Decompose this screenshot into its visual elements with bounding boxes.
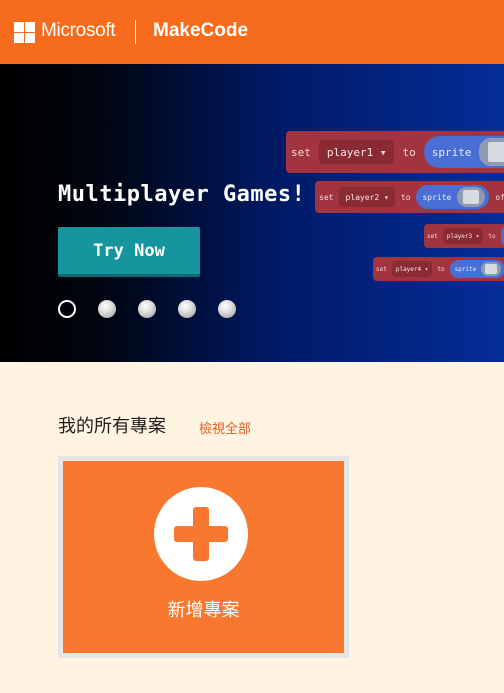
code-block-player2: set player2 ▾ to sprite of kind xyxy=(315,181,504,213)
variable-dropdown: player1 ▾ xyxy=(318,140,395,164)
variable-dropdown: player4 ▾ xyxy=(391,261,433,277)
code-block-player4: set player4 ▾ to sprite of xyxy=(373,257,504,281)
carousel-dot-4[interactable] xyxy=(178,300,196,318)
sprite-image-icon xyxy=(481,262,502,276)
view-all-link[interactable]: 檢視全部 xyxy=(199,418,251,437)
new-project-card[interactable]: 新增專案 xyxy=(58,456,349,658)
hero-carousel: set player1 ▾ to sprite of set player2 ▾… xyxy=(0,64,504,362)
variable-dropdown: player2 ▾ xyxy=(339,187,395,207)
try-now-button[interactable]: Try Now xyxy=(58,227,200,277)
sprite-block: sprite xyxy=(449,260,504,278)
header-divider xyxy=(135,20,136,44)
code-block-player3: set player3 ▾ to xyxy=(424,224,504,248)
microsoft-logo-icon[interactable] xyxy=(14,22,35,43)
carousel-dot-2[interactable] xyxy=(98,300,116,318)
my-projects-heading: 我的所有專案 xyxy=(58,416,166,437)
carousel-dot-3[interactable] xyxy=(138,300,156,318)
carousel-dot-5[interactable] xyxy=(218,300,236,318)
sprite-block: sprite xyxy=(423,136,504,168)
sprite-image-icon xyxy=(457,187,486,207)
code-block-player1: set player1 ▾ to sprite of xyxy=(286,131,504,173)
top-header: Microsoft MakeCode xyxy=(0,0,504,64)
makecode-brand[interactable]: MakeCode xyxy=(153,20,248,42)
sprite-image-icon xyxy=(479,138,504,166)
hero-title: Multiplayer Games! xyxy=(58,182,306,207)
variable-dropdown: player3 ▾ xyxy=(442,228,484,244)
sprite-block xyxy=(500,227,504,245)
new-project-label: 新增專案 xyxy=(167,600,240,621)
carousel-dot-1[interactable] xyxy=(58,300,76,318)
sprite-block: sprite xyxy=(416,185,490,209)
microsoft-brand[interactable]: Microsoft xyxy=(41,20,116,42)
plus-icon xyxy=(154,487,248,581)
